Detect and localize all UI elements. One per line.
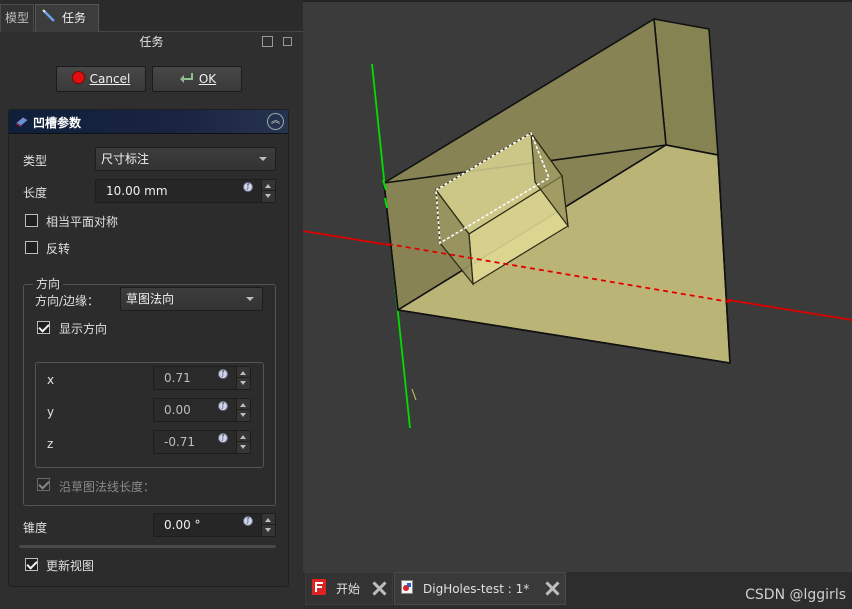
freecad-icon bbox=[312, 579, 326, 598]
ok-icon bbox=[178, 71, 194, 87]
close-icon[interactable] bbox=[545, 581, 559, 595]
z-stepper[interactable] bbox=[236, 431, 251, 453]
expression-icon[interactable]: ƒ bbox=[218, 433, 228, 443]
origin-marker bbox=[411, 388, 417, 401]
type-label: 类型 bbox=[23, 154, 48, 168]
tab-start-page[interactable]: 开始 bbox=[305, 572, 393, 605]
tab-task[interactable]: 任务 bbox=[35, 4, 99, 32]
3d-model-view[interactable] bbox=[302, 2, 852, 572]
type-select[interactable]: 尺寸标注 bbox=[95, 147, 276, 171]
pocket-icon bbox=[15, 115, 29, 131]
x-stepper[interactable] bbox=[236, 367, 251, 389]
taper-stepper[interactable] bbox=[261, 514, 276, 536]
reversed-label: 反转 bbox=[46, 242, 71, 256]
ok-button[interactable]: OK bbox=[152, 66, 242, 92]
chevron-down-icon bbox=[259, 157, 267, 161]
taper-label: 锥度 bbox=[23, 521, 48, 535]
symmetric-label: 相当平面对称 bbox=[46, 215, 119, 229]
tab-document[interactable]: DigHoles-test : 1* bbox=[394, 572, 566, 605]
z-label: z bbox=[47, 437, 54, 451]
along-normal-checkbox[interactable] bbox=[37, 478, 50, 491]
direction-group-title: 方向 bbox=[33, 275, 64, 292]
document-tabbar: 开始 DigHoles-test : 1* CSDN @lggirls bbox=[303, 572, 852, 609]
tab-model[interactable]: 模型 bbox=[0, 4, 34, 32]
float-icon[interactable] bbox=[262, 36, 273, 47]
expression-icon[interactable]: ƒ bbox=[243, 516, 253, 526]
update-view-label: 更新视图 bbox=[46, 559, 95, 573]
y-label: y bbox=[47, 405, 55, 419]
watermark: CSDN @lggirls bbox=[745, 587, 846, 603]
restore-icon[interactable] bbox=[283, 37, 292, 46]
direction-edge-select[interactable]: 草图法向 bbox=[120, 287, 263, 311]
along-normal-label: 沿草图法线长度： bbox=[59, 480, 156, 494]
separator bbox=[19, 545, 276, 548]
z-input[interactable]: -0.71 ƒ bbox=[153, 430, 251, 454]
length-input[interactable]: 10.00 mm ƒ bbox=[95, 179, 276, 203]
collapse-icon[interactable]: ︽ bbox=[267, 113, 284, 130]
y-input[interactable]: 0.00 ƒ bbox=[153, 398, 251, 422]
section-title: 凹槽参数 bbox=[33, 116, 82, 130]
expression-icon[interactable]: ƒ bbox=[218, 401, 228, 411]
reversed-checkbox[interactable] bbox=[25, 241, 38, 254]
close-icon[interactable] bbox=[372, 581, 386, 595]
cancel-icon bbox=[71, 71, 85, 87]
y-stepper[interactable] bbox=[236, 399, 251, 421]
section-header[interactable]: 凹槽参数 ︽ bbox=[9, 110, 288, 134]
symmetric-checkbox[interactable] bbox=[25, 214, 38, 227]
show-direction-label: 显示方向 bbox=[59, 322, 108, 336]
expression-icon[interactable]: ƒ bbox=[243, 182, 253, 192]
panel-tabbar: 模型 任务 bbox=[0, 0, 303, 32]
taper-input[interactable]: 0.00 ° ƒ bbox=[153, 513, 276, 537]
direction-edge-label: 方向/边缘： bbox=[35, 294, 100, 308]
chevron-down-icon bbox=[246, 297, 254, 301]
task-panel: 模型 任务 任务 Cancel OK 凹槽参数 ︽ 类型 尺寸标注 长度 10.… bbox=[0, 0, 303, 609]
cancel-button[interactable]: Cancel bbox=[56, 66, 146, 92]
length-label: 长度 bbox=[23, 186, 48, 200]
expression-icon[interactable]: ƒ bbox=[218, 369, 228, 379]
3d-viewport[interactable] bbox=[302, 0, 852, 572]
document-icon bbox=[401, 580, 413, 597]
panel-title: 任务 bbox=[139, 35, 164, 49]
show-direction-checkbox[interactable] bbox=[37, 321, 50, 334]
pencil-icon bbox=[42, 6, 56, 32]
length-stepper[interactable] bbox=[261, 180, 276, 202]
x-input[interactable]: 0.71 ƒ bbox=[153, 366, 251, 390]
x-label: x bbox=[47, 373, 55, 387]
pocket-parameters-box: 凹槽参数 ︽ 类型 尺寸标注 长度 10.00 mm ƒ 相当平面对称 反转 方… bbox=[8, 109, 289, 587]
update-view-checkbox[interactable] bbox=[25, 558, 38, 571]
